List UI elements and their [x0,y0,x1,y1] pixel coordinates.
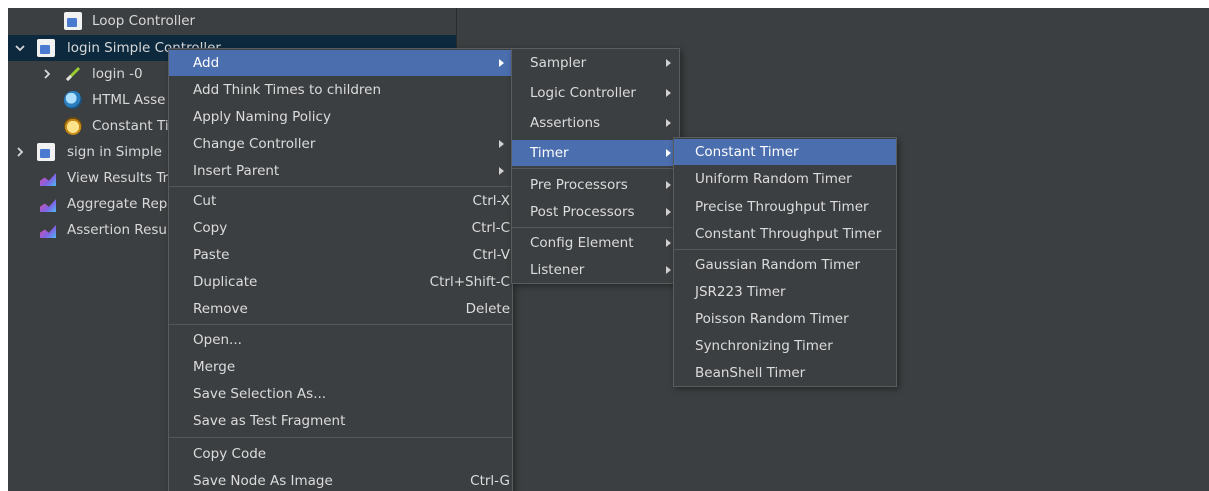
jmeter-window: Loop Controller login Simple Controller … [8,8,1209,491]
submenu-arrow-icon [666,181,671,189]
menu-item-jsr223-timer[interactable]: JSR223 Timer [674,279,896,305]
menu-item-pre-processors[interactable]: Pre Processors [512,172,679,198]
tree-item-label: Loop Controller [92,13,196,29]
sampler-icon [65,66,81,82]
menu-item-constant-throughput-timer[interactable]: Constant Throughput Timer [674,221,896,247]
submenu-arrow-icon [666,266,671,274]
controller-icon [37,143,55,161]
menu-item-remove[interactable]: Remove Delete [169,296,512,322]
menu-separator [674,249,896,250]
menu-item-save-as-test-fragment[interactable]: Save as Test Fragment [169,408,512,434]
submenu-arrow-icon [666,119,671,127]
listener-chart-icon [39,169,57,187]
shortcut-label: Ctrl-V [472,247,510,263]
menu-item-config-element[interactable]: Config Element [512,230,679,256]
menu-item-duplicate[interactable]: Duplicate Ctrl+Shift-C [169,269,512,295]
tree-item-label: Assertion Resul [67,222,171,238]
menu-item-copy[interactable]: Copy Ctrl-C [169,215,512,241]
menu-item-paste[interactable]: Paste Ctrl-V [169,242,512,268]
menu-item-beanshell-timer[interactable]: BeanShell Timer [674,360,896,386]
menu-item-apply-naming-policy[interactable]: Apply Naming Policy [169,104,512,130]
context-menu: Add Add Think Times to children Apply Na… [168,48,513,491]
shortcut-label: Delete [465,301,510,317]
submenu-arrow-icon [499,140,504,148]
menu-item-poisson-random-timer[interactable]: Poisson Random Timer [674,306,896,332]
menu-item-post-processors[interactable]: Post Processors [512,199,679,225]
menu-separator [169,437,512,438]
tree-item-label: HTML Asse [92,92,166,108]
menu-item-synchronizing-timer[interactable]: Synchronizing Timer [674,333,896,359]
shortcut-label: Ctrl-G [470,473,510,489]
menu-item-save-selection-as[interactable]: Save Selection As... [169,381,512,407]
menu-item-assertions[interactable]: Assertions [512,110,679,136]
tree-item-label: Aggregate Rep [67,196,168,212]
menu-separator [512,168,679,169]
submenu-arrow-icon [499,167,504,175]
submenu-arrow-icon [499,59,504,67]
menu-item-add[interactable]: Add [169,50,512,76]
shortcut-label: Ctrl-C [471,220,510,236]
menu-item-timer[interactable]: Timer [512,140,679,166]
menu-separator [169,324,512,325]
shortcut-label: Ctrl+Shift-C [429,274,510,290]
menu-item-sampler[interactable]: Sampler [512,50,679,76]
menu-item-gaussian-random-timer[interactable]: Gaussian Random Timer [674,252,896,278]
add-submenu: Sampler Logic Controller Assertions Time… [511,48,680,284]
menu-item-uniform-random-timer[interactable]: Uniform Random Timer [674,166,896,192]
menu-item-merge[interactable]: Merge [169,354,512,380]
tree-item-label: Constant Ti [92,118,169,134]
tree-item-label: login -0 [92,66,143,82]
timer-submenu: Constant Timer Uniform Random Timer Prec… [673,137,897,387]
listener-chart-icon [39,221,57,239]
menu-item-open[interactable]: Open... [169,327,512,353]
menu-item-copy-code[interactable]: Copy Code [169,441,512,467]
submenu-arrow-icon [666,208,671,216]
menu-separator [512,227,679,228]
menu-item-change-controller[interactable]: Change Controller [169,131,512,157]
menu-item-listener[interactable]: Listener [512,257,679,283]
menu-separator [169,186,512,187]
menu-item-precise-throughput-timer[interactable]: Precise Throughput Timer [674,194,896,220]
chevron-down-icon[interactable] [14,42,26,54]
menu-item-insert-parent[interactable]: Insert Parent [169,158,512,184]
menu-item-add-think-times[interactable]: Add Think Times to children [169,77,512,103]
listener-chart-icon [39,195,57,213]
shortcut-label: Ctrl-X [472,193,510,209]
tree-item-label: sign in Simple [67,144,162,160]
panel-divider[interactable] [456,8,457,48]
submenu-arrow-icon [666,239,671,247]
assertion-icon [64,91,82,109]
tree-item-loop-controller[interactable]: Loop Controller [8,8,456,34]
menu-item-cut[interactable]: Cut Ctrl-X [169,188,512,214]
menu-item-save-node-as-image[interactable]: Save Node As Image Ctrl-G [169,468,512,491]
menu-item-logic-controller[interactable]: Logic Controller [512,80,679,106]
controller-icon [64,12,82,30]
submenu-arrow-icon [666,89,671,97]
menu-item-constant-timer[interactable]: Constant Timer [674,139,896,165]
controller-icon [37,39,55,57]
chevron-right-icon[interactable] [14,146,26,158]
submenu-arrow-icon [666,59,671,67]
tree-item-label: View Results Tr [67,170,169,186]
submenu-arrow-icon [666,149,671,157]
timer-icon [64,117,82,135]
chevron-right-icon[interactable] [41,68,53,80]
